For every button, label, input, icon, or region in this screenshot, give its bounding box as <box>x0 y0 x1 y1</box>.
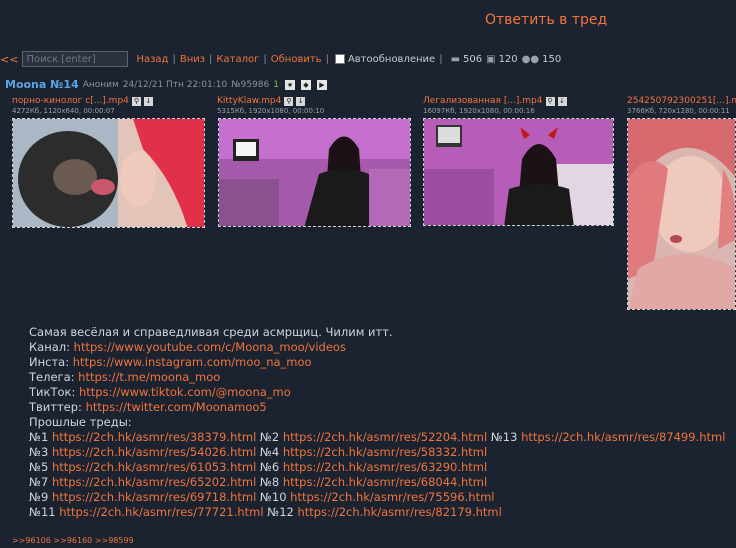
refresh-link[interactable]: Обновить <box>271 54 322 65</box>
telegram-link[interactable]: https://t.me/moona_moo <box>78 370 220 384</box>
past-thread-link[interactable]: https://2ch.hk/asmr/res/87499.html <box>521 430 725 444</box>
file-info: 5315Кб, 1920x1080, 00:00:10 <box>217 107 325 115</box>
past-thread-link[interactable]: https://2ch.hk/asmr/res/58332.html <box>283 445 487 459</box>
past-threads-row: №9 https://2ch.hk/asmr/res/69718.html №1… <box>29 490 495 504</box>
past-thread-link[interactable]: https://2ch.hk/asmr/res/69718.html <box>52 490 256 504</box>
file-info: 16097Кб, 1920x1080, 00:00:16 <box>423 107 535 115</box>
post-title: Moona №14 <box>5 78 79 91</box>
file-name-link[interactable]: Легализованная [...].mp4 <box>423 96 543 106</box>
file-info: 3766Кб, 720x1280, 00:00:11 <box>627 107 730 115</box>
past-thread-link[interactable]: https://2ch.hk/asmr/res/65202.html <box>52 475 256 489</box>
post-body: Самая весёлая и справедливая среди асмрщ… <box>29 325 725 520</box>
post-replies: >>96106 >>96160 >>98599 <box>12 536 134 545</box>
download-icon[interactable]: ↓ <box>143 96 153 106</box>
instagram-line: Инста: https://www.instagram.com/moo_na_… <box>29 355 312 369</box>
video-thumbnail[interactable] <box>218 118 411 227</box>
download-icon[interactable]: ↓ <box>557 96 567 106</box>
separator: | <box>263 53 267 65</box>
hide-button[interactable]: ◆ <box>300 79 311 90</box>
post-header: Moona №14 Аноним 24/12/21 Птн 22:01:10 №… <box>5 78 331 91</box>
favorite-button[interactable]: ★ <box>284 79 295 90</box>
separator: | <box>325 53 329 65</box>
post-author: Аноним <box>82 79 119 90</box>
thread-toolbar: << Назад | Вниз | Каталог | Обновить | А… <box>0 49 561 69</box>
back-arrow-icon[interactable]: << <box>0 53 18 66</box>
past-thread-link[interactable]: https://2ch.hk/asmr/res/68044.html <box>283 475 487 489</box>
past-thread-link[interactable]: https://2ch.hk/asmr/res/38379.html <box>52 430 256 444</box>
reply-link[interactable]: >>98599 <box>95 536 134 545</box>
past-threads-row: №5 https://2ch.hk/asmr/res/61053.html №6… <box>29 460 488 474</box>
reply-in-thread-link[interactable]: Ответить в тред <box>485 12 607 28</box>
comment-icon: ▬ <box>450 53 461 65</box>
twitter-line: Твиттер: https://twitter.com/Moonamoo5 <box>29 400 267 414</box>
past-thread-link[interactable]: https://2ch.hk/asmr/res/52204.html <box>283 430 487 444</box>
search-icon[interactable]: ⚲ <box>545 96 555 106</box>
instagram-link[interactable]: https://www.instagram.com/moo_na_moo <box>73 355 312 369</box>
file-item: KittyKlaw.mp4 ⚲ ↓ 5315Кб, 1920x1080, 00:00… <box>217 96 324 115</box>
search-input[interactable] <box>22 51 129 67</box>
file-name-link[interactable]: KittyKlaw.mp4 <box>217 96 281 106</box>
posts-count: ▬ 506 <box>450 53 483 65</box>
video-thumbnail[interactable] <box>627 118 736 310</box>
past-threads-row: №1 https://2ch.hk/asmr/res/38379.html №2… <box>29 430 726 444</box>
past-thread-link[interactable]: https://2ch.hk/asmr/res/61053.html <box>52 460 256 474</box>
past-threads-row: №11 https://2ch.hk/asmr/res/77721.html №… <box>29 505 502 519</box>
play-button[interactable]: ▶ <box>316 79 327 90</box>
image-icon: ▣ <box>486 53 496 65</box>
video-thumbnail[interactable] <box>423 118 614 226</box>
search-icon[interactable]: ⚲ <box>131 96 141 106</box>
post-number[interactable]: №95986 <box>231 80 269 90</box>
search-icon[interactable]: ⚲ <box>284 96 294 106</box>
separator: | <box>439 53 443 65</box>
separator: | <box>209 53 213 65</box>
reply-count: 1 <box>273 79 279 90</box>
autoupdate-label: Автообновление <box>347 53 436 65</box>
images-count: ▣ 120 <box>486 53 518 65</box>
download-icon[interactable]: ↓ <box>296 96 306 106</box>
video-thumbnail[interactable] <box>12 118 205 228</box>
catalog-link[interactable]: Каталог <box>216 54 259 65</box>
past-thread-link[interactable]: https://2ch.hk/asmr/res/63290.html <box>283 460 487 474</box>
file-item: 254250792300251[...].mp4 3766Кб, 720x128… <box>627 96 736 115</box>
users-icon: ●● <box>521 53 540 65</box>
tiktok-link[interactable]: https://www.tiktok.com/@moona_mo <box>79 385 291 399</box>
autoupdate-checkbox[interactable] <box>334 54 345 64</box>
twitter-link[interactable]: https://twitter.com/Moonamoo5 <box>86 400 267 414</box>
down-link[interactable]: Вниз <box>180 54 205 65</box>
past-thread-link[interactable]: https://2ch.hk/asmr/res/75596.html <box>290 490 494 504</box>
past-thread-link[interactable]: https://2ch.hk/asmr/res/82179.html <box>297 505 501 519</box>
youtube-link[interactable]: https://www.youtube.com/c/Moona_moo/vide… <box>74 340 346 354</box>
file-item: Легализованная [...].mp4 ⚲ ↓ 16097Кб, 1920… <box>423 96 567 115</box>
channel-line: Канал: https://www.youtube.com/c/Moona_m… <box>29 340 346 354</box>
file-name-link[interactable]: порно-кинолог с[...].mp4 <box>12 96 129 106</box>
users-count: ●● 150 <box>521 53 562 65</box>
reply-link[interactable]: >>96106 <box>12 536 51 545</box>
past-thread-link[interactable]: https://2ch.hk/asmr/res/77721.html <box>59 505 263 519</box>
separator: | <box>172 53 176 65</box>
past-threads-row: №3 https://2ch.hk/asmr/res/54026.html №4… <box>29 445 488 459</box>
past-threads-heading: Прошлые треды: <box>29 415 132 429</box>
back-link[interactable]: Назад <box>136 54 168 65</box>
post-date: 24/12/21 Птн 22:01:10 <box>122 79 228 90</box>
file-info: 4272Кб, 1120x640, 00:00:07 <box>12 107 115 115</box>
past-threads-row: №7 https://2ch.hk/asmr/res/65202.html №8… <box>29 475 488 489</box>
tiktok-line: ТикТок: https://www.tiktok.com/@moona_mo <box>29 385 291 399</box>
telegram-line: Телега: https://t.me/moona_moo <box>29 370 221 384</box>
post-text-line: Самая весёлая и справедливая среди асмрщ… <box>29 325 393 339</box>
past-thread-link[interactable]: https://2ch.hk/asmr/res/54026.html <box>52 445 256 459</box>
file-name-link[interactable]: 254250792300251[...].mp4 <box>627 96 736 106</box>
file-item: порно-кинолог с[...].mp4 ⚲ ↓ 4272Кб, 1120x… <box>12 96 153 115</box>
reply-link[interactable]: >>96160 <box>53 536 92 545</box>
